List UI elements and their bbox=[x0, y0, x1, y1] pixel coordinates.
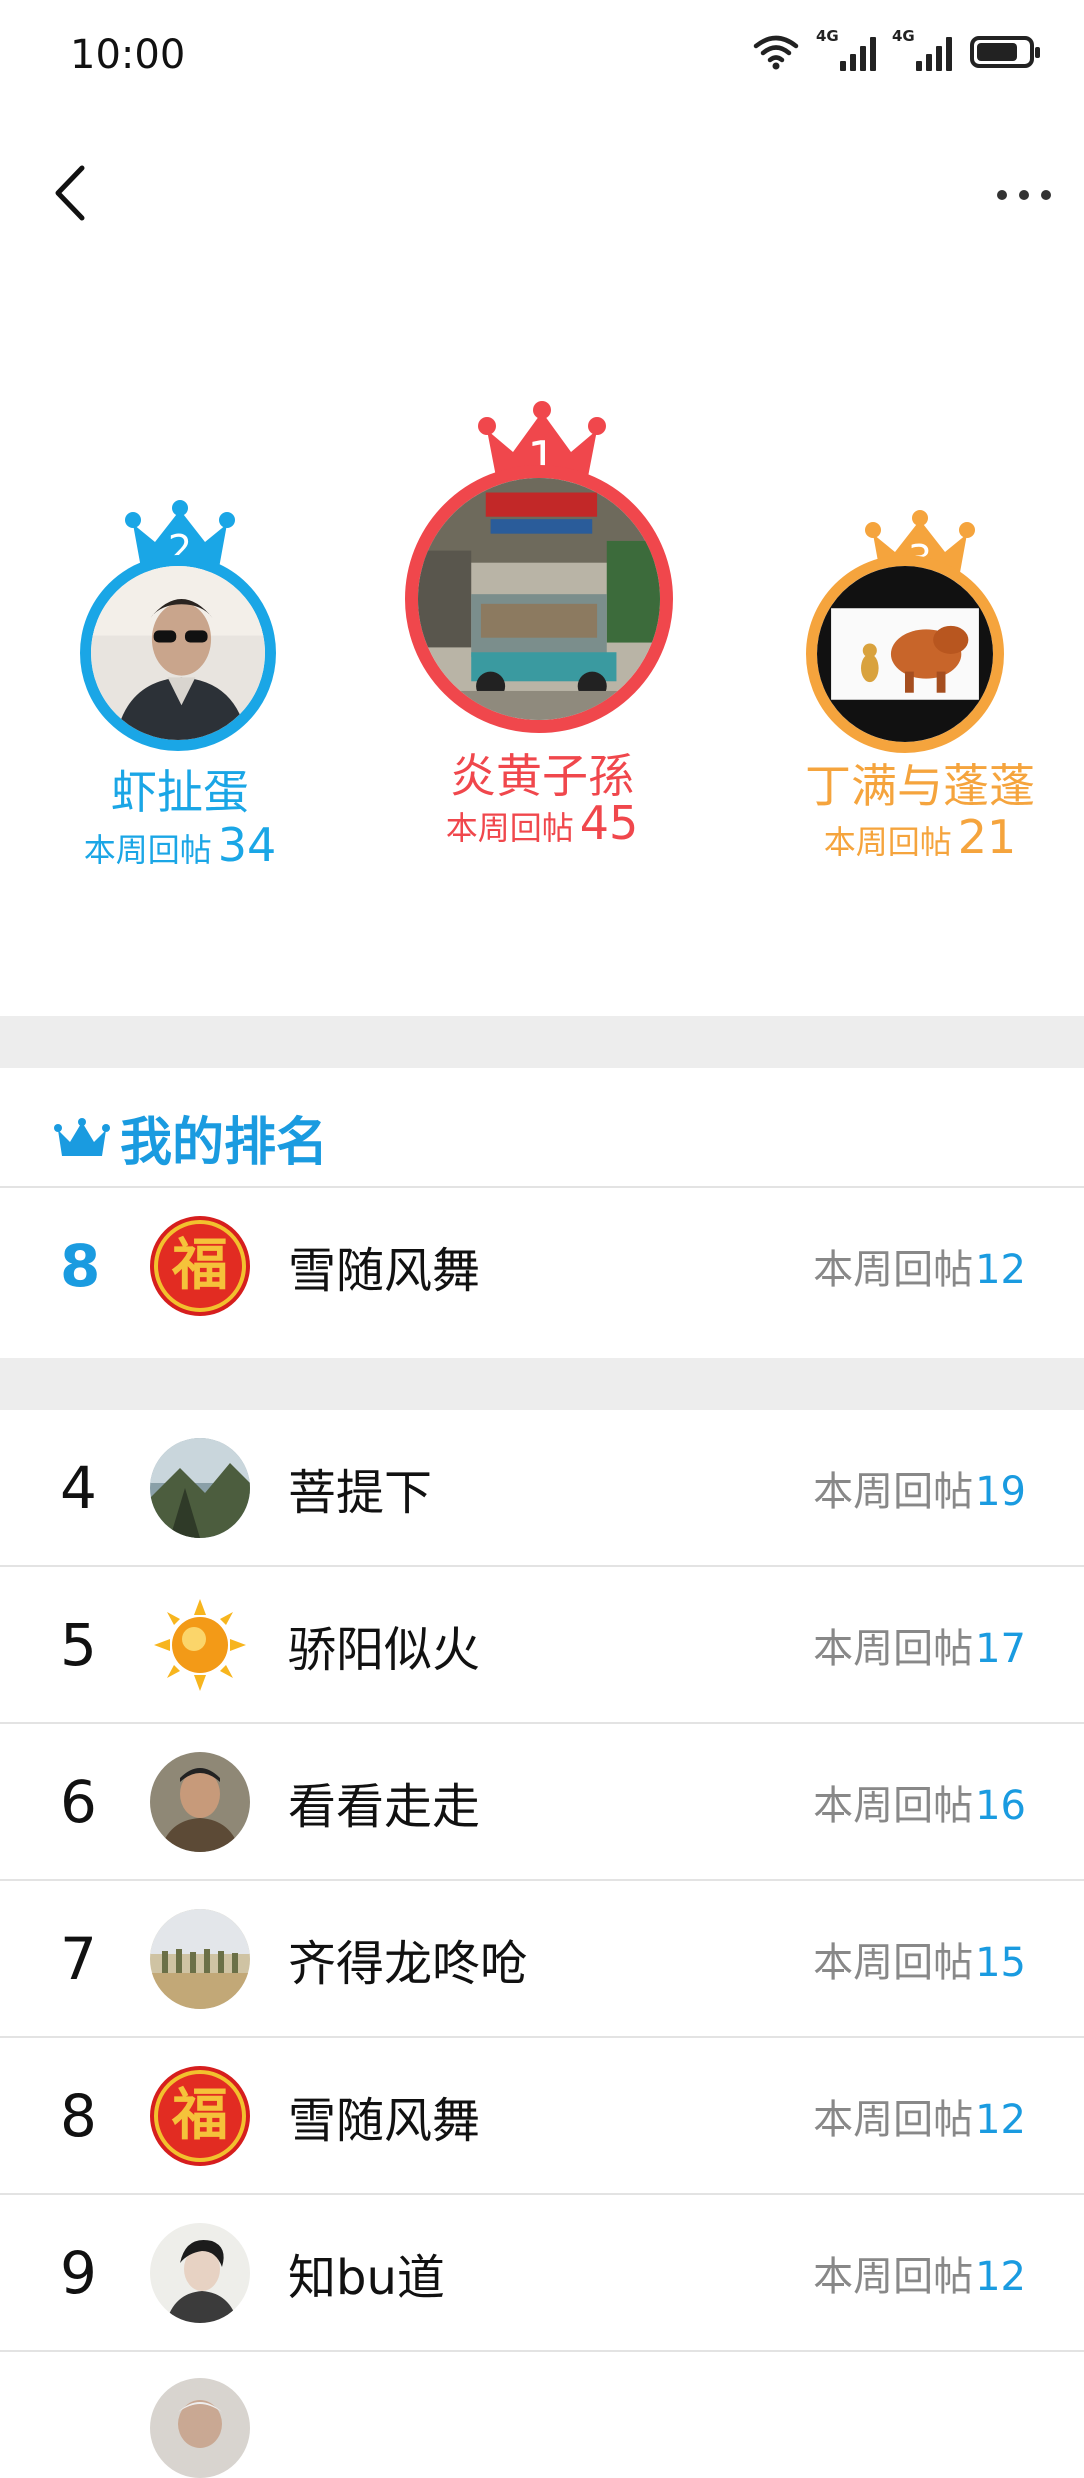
podium-stat: 本周回帖 21 bbox=[770, 810, 1070, 864]
avatar[interactable] bbox=[80, 555, 276, 751]
my-ranking-row[interactable]: 8 福 雪随风舞 本周回帖12 bbox=[0, 1188, 1084, 1344]
rank-row[interactable]: 9 知bu道 本周回帖12 bbox=[0, 2195, 1084, 2351]
post-count-label: 本周回帖 bbox=[813, 2097, 974, 2143]
post-count: 本周回帖12 bbox=[813, 1237, 1026, 1295]
my-ranking-title: 我的排名 bbox=[120, 1113, 329, 1173]
wifi-icon bbox=[753, 35, 799, 70]
rank-row[interactable]: 7 齐得龙咚呛 本周回帖15 bbox=[0, 1881, 1084, 2037]
crown-icon bbox=[54, 1117, 110, 1156]
post-count: 本周回帖15 bbox=[813, 1930, 1026, 1988]
post-count-label: 本周回帖 bbox=[813, 1940, 974, 1986]
svg-text:福: 福 bbox=[171, 1232, 228, 1298]
cellular-signal-icon: 4G bbox=[892, 27, 952, 71]
avatar[interactable] bbox=[150, 1438, 250, 1538]
user-name: 齐得龙咚呛 bbox=[288, 1936, 529, 1992]
avatar[interactable] bbox=[150, 1909, 250, 2009]
rank-number: 4 bbox=[60, 1454, 97, 1522]
nav-bar bbox=[0, 140, 1084, 250]
post-count-value: 15 bbox=[975, 1940, 1026, 1986]
post-count-value: 19 bbox=[975, 1469, 1026, 1515]
avatar[interactable]: 福 bbox=[150, 2066, 250, 2166]
podium-name: 虾扯蛋 bbox=[111, 765, 249, 819]
podium-name: 丁满与蓬蓬 bbox=[805, 759, 1035, 813]
post-count: 本周回帖19 bbox=[813, 1459, 1026, 1517]
avatar[interactable] bbox=[806, 555, 1004, 753]
podium-count: 45 bbox=[579, 796, 639, 850]
podium-stat-label: 本周回帖 bbox=[823, 823, 952, 861]
post-count-label: 本周回帖 bbox=[813, 1247, 974, 1293]
podium-stat: 本周回帖 34 bbox=[40, 818, 320, 872]
rank-number: 9 bbox=[60, 2239, 97, 2307]
rank-number: 8 bbox=[60, 1232, 101, 1300]
podium-stat-label: 本周回帖 bbox=[83, 831, 212, 869]
divider bbox=[0, 2350, 1084, 2352]
rank-row[interactable]: 5 骄阳似火 本周回帖17 bbox=[0, 1567, 1084, 1723]
post-count-value: 12 bbox=[975, 1247, 1026, 1293]
podium-stat: 本周回帖 45 bbox=[392, 796, 692, 850]
rank-number: 5 bbox=[60, 1611, 97, 1679]
rank-number: 7 bbox=[60, 1925, 97, 1993]
avatar[interactable] bbox=[405, 465, 673, 733]
post-count-label: 本周回帖 bbox=[813, 1783, 974, 1829]
user-name: 菩提下 bbox=[288, 1465, 433, 1521]
avatar[interactable]: 福 bbox=[150, 1216, 250, 1316]
cellular-signal-icon: 4G bbox=[816, 27, 876, 71]
post-count-label: 本周回帖 bbox=[813, 1469, 974, 1515]
post-count: 本周回帖12 bbox=[813, 2244, 1026, 2302]
post-count-value: 12 bbox=[975, 2254, 1026, 2300]
more-dots-icon[interactable] bbox=[984, 170, 1064, 220]
rank-row[interactable]: 6 看看走走 本周回帖16 bbox=[0, 1724, 1084, 1880]
user-name: 知bu道 bbox=[288, 2250, 445, 2306]
user-name: 骄阳似火 bbox=[288, 1622, 481, 1678]
avatar[interactable] bbox=[150, 2223, 250, 2323]
rank-number: 8 bbox=[60, 2082, 97, 2150]
post-count-value: 12 bbox=[975, 2097, 1026, 2143]
section-separator bbox=[0, 1358, 1084, 1410]
avatar[interactable] bbox=[150, 1595, 250, 1695]
post-count: 本周回帖12 bbox=[813, 2087, 1026, 2145]
podium-stat-label: 本周回帖 bbox=[445, 809, 574, 847]
post-count-label: 本周回帖 bbox=[813, 1626, 974, 1672]
user-name: 雪随风舞 bbox=[288, 2093, 481, 2149]
svg-text:福: 福 bbox=[171, 2082, 228, 2148]
post-count-value: 17 bbox=[975, 1626, 1026, 1672]
podium: 2 虾扯蛋 本周回帖 34 1 炎黄子孫 本周回帖 45 丁满与蓬蓬 本周回帖 … bbox=[0, 250, 1084, 1020]
podium-count: 34 bbox=[217, 818, 277, 872]
avatar[interactable] bbox=[150, 2378, 250, 2478]
section-separator bbox=[0, 1016, 1084, 1068]
post-count: 本周回帖16 bbox=[813, 1773, 1026, 1831]
chevron-left-icon[interactable] bbox=[40, 158, 110, 228]
avatar[interactable] bbox=[150, 1752, 250, 1852]
status-time: 10:00 bbox=[70, 32, 186, 78]
rank-row[interactable]: 8 福 雪随风舞 本周回帖12 bbox=[0, 2038, 1084, 2194]
rank-number: 6 bbox=[60, 1768, 97, 1836]
user-name: 看看走走 bbox=[288, 1779, 481, 1835]
status-bar: 10:00 4G 4G bbox=[0, 0, 1084, 110]
post-count-value: 16 bbox=[975, 1783, 1026, 1829]
my-ranking-header: 我的排名 bbox=[54, 1100, 328, 1175]
podium-count: 21 bbox=[957, 810, 1017, 864]
battery-icon bbox=[970, 36, 1040, 68]
post-count-label: 本周回帖 bbox=[813, 2254, 974, 2300]
status-icons: 4G 4G bbox=[752, 27, 1040, 72]
post-count: 本周回帖17 bbox=[813, 1616, 1026, 1674]
podium-first[interactable]: 1 炎黄子孫 本周回帖 45 bbox=[392, 400, 692, 1050]
user-name: 雪随风舞 bbox=[288, 1243, 481, 1299]
rank-row[interactable]: 4 菩提下 本周回帖19 bbox=[0, 1410, 1084, 1566]
